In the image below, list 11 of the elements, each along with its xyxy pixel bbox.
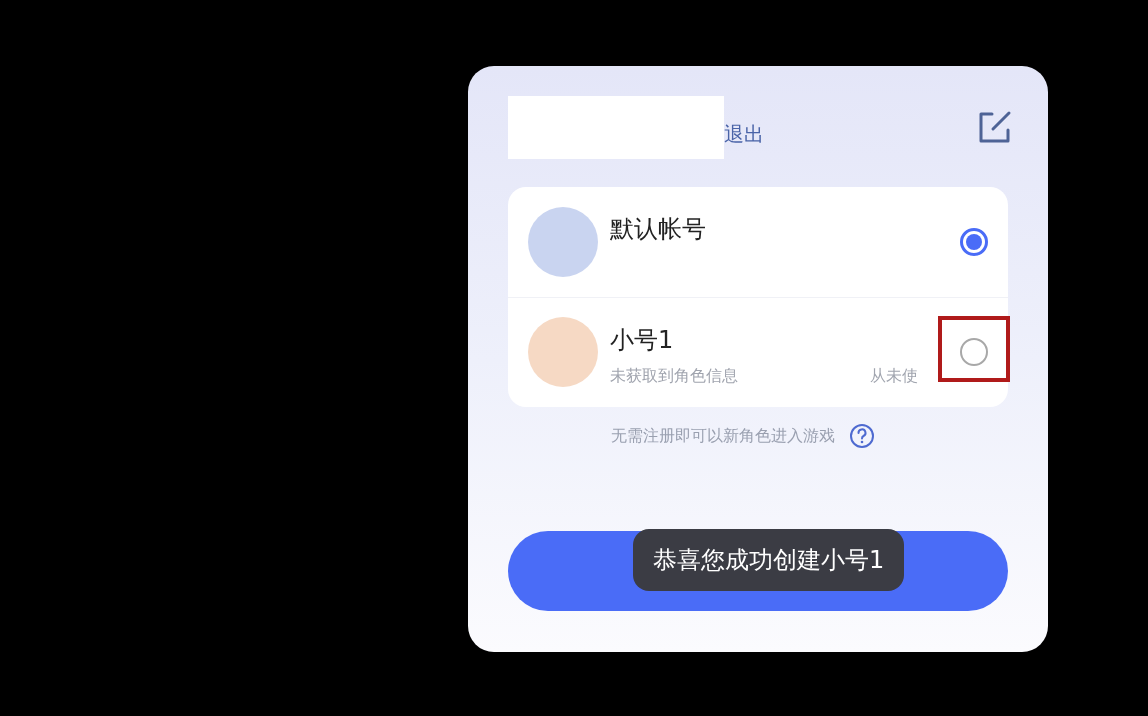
success-toast: 恭喜您成功创建小号1 xyxy=(633,529,905,591)
last-used-text: 从未使 xyxy=(870,365,918,388)
hint-text: 无需注册即可以新角色进入游戏 xyxy=(611,425,835,447)
help-icon[interactable] xyxy=(849,423,875,449)
logout-link[interactable]: 退出 xyxy=(724,119,764,149)
radio-button[interactable] xyxy=(960,227,988,256)
account-name: 小号1 xyxy=(610,325,675,357)
radio-button[interactable] xyxy=(960,338,988,367)
account-name: 默认帐号 xyxy=(610,214,707,245)
role-info-text: 未获取到角色信息 xyxy=(610,365,738,388)
highlight-frame xyxy=(938,315,1010,382)
